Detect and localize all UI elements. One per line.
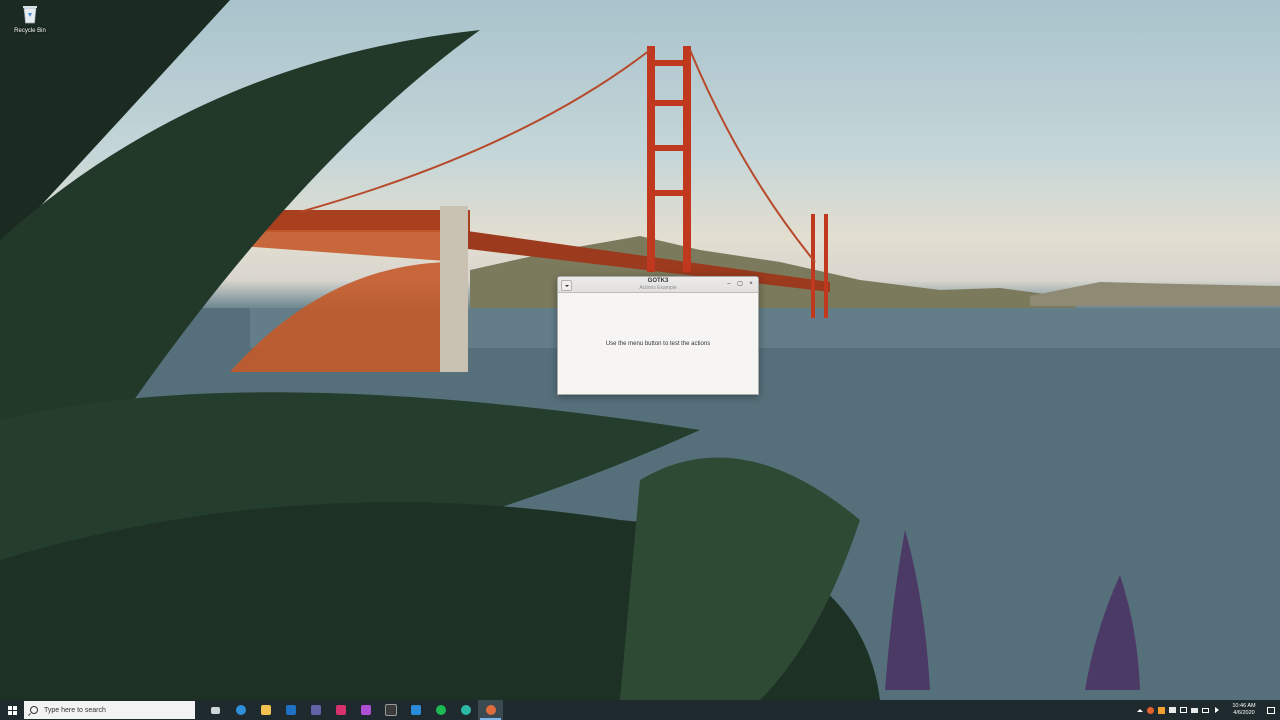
tray-item[interactable] bbox=[1178, 700, 1189, 720]
outlook-icon bbox=[285, 705, 296, 715]
app-tray-icon-2 bbox=[1158, 706, 1165, 714]
notification-icon bbox=[1267, 706, 1275, 714]
start-button[interactable] bbox=[0, 700, 24, 720]
tray-item[interactable] bbox=[1211, 700, 1222, 720]
taskbar-search-box[interactable]: Type here to search bbox=[24, 701, 195, 719]
taskbar-app[interactable] bbox=[328, 700, 353, 720]
jetbrains-icon bbox=[335, 705, 346, 715]
window-body: Use the menu button to test the actions bbox=[558, 293, 758, 394]
windows-logo-icon bbox=[7, 705, 17, 715]
tray-item[interactable] bbox=[1200, 700, 1211, 720]
taskbar-app[interactable] bbox=[353, 700, 378, 720]
clock-time: 10:46 AM bbox=[1232, 703, 1256, 709]
window-headerbar[interactable]: GOTK3 Actions Example – ▢ × bbox=[558, 277, 758, 293]
taskbar-app[interactable] bbox=[403, 700, 428, 720]
edge-icon bbox=[235, 705, 246, 715]
taskbar-app[interactable] bbox=[228, 700, 253, 720]
app-window: GOTK3 Actions Example – ▢ × Use the menu… bbox=[557, 276, 759, 395]
taskbar-clock[interactable]: 10:46 AM 4/6/2020 bbox=[1226, 703, 1262, 717]
task-view-icon bbox=[211, 706, 220, 714]
network-icon bbox=[1191, 707, 1198, 713]
close-button[interactable]: × bbox=[747, 280, 755, 288]
taskbar-app-active[interactable] bbox=[478, 700, 503, 720]
tray-item[interactable] bbox=[1167, 700, 1178, 720]
window-controls: – ▢ × bbox=[725, 280, 755, 288]
taskbar-app[interactable] bbox=[428, 700, 453, 720]
file-explorer-icon bbox=[260, 705, 271, 715]
taskbar-app[interactable] bbox=[253, 700, 278, 720]
search-placeholder: Type here to search bbox=[44, 706, 106, 714]
desktop-icon-label: Recycle Bin bbox=[14, 28, 46, 34]
search-icon bbox=[30, 706, 38, 714]
instruction-label: Use the menu button to test the actions bbox=[605, 340, 711, 347]
gtk-app-icon bbox=[485, 705, 496, 715]
action-center-button[interactable] bbox=[1262, 700, 1280, 720]
monitor-icon bbox=[1202, 707, 1209, 713]
chevron-up-icon bbox=[1136, 708, 1143, 712]
minimize-button[interactable]: – bbox=[725, 280, 733, 288]
spotify-icon bbox=[435, 705, 446, 715]
tray-item[interactable] bbox=[1134, 700, 1145, 720]
taskbar-app[interactable] bbox=[303, 700, 328, 720]
tray-item[interactable] bbox=[1189, 700, 1200, 720]
volume-icon bbox=[1214, 707, 1219, 713]
tray-item[interactable] bbox=[1145, 700, 1156, 720]
teams-icon bbox=[310, 705, 321, 715]
recycle-bin-icon bbox=[22, 4, 38, 24]
datagrip-icon bbox=[360, 705, 371, 715]
clock-date: 4/6/2020 bbox=[1233, 710, 1255, 716]
desktop-icon-recycle-bin[interactable]: Recycle Bin bbox=[8, 4, 52, 34]
terminal-icon bbox=[384, 704, 397, 716]
taskbar-app[interactable] bbox=[278, 700, 303, 720]
app-tray-icon-3 bbox=[1169, 707, 1176, 713]
vscode-icon bbox=[410, 705, 421, 715]
system-tray: 10:46 AM 4/6/2020 bbox=[1134, 700, 1280, 720]
taskbar-app[interactable] bbox=[453, 700, 478, 720]
taskbar-app[interactable] bbox=[378, 700, 403, 720]
battery-icon bbox=[1180, 707, 1187, 713]
app-tray-icon-1 bbox=[1147, 706, 1154, 714]
taskbar: Type here to search 10:46 AM 4/6/2020 bbox=[0, 700, 1280, 720]
edge-beta-icon bbox=[460, 705, 471, 715]
tray-item[interactable] bbox=[1156, 700, 1167, 720]
taskbar-apps bbox=[203, 700, 503, 720]
maximize-button[interactable]: ▢ bbox=[736, 280, 744, 288]
taskbar-app[interactable] bbox=[203, 700, 228, 720]
